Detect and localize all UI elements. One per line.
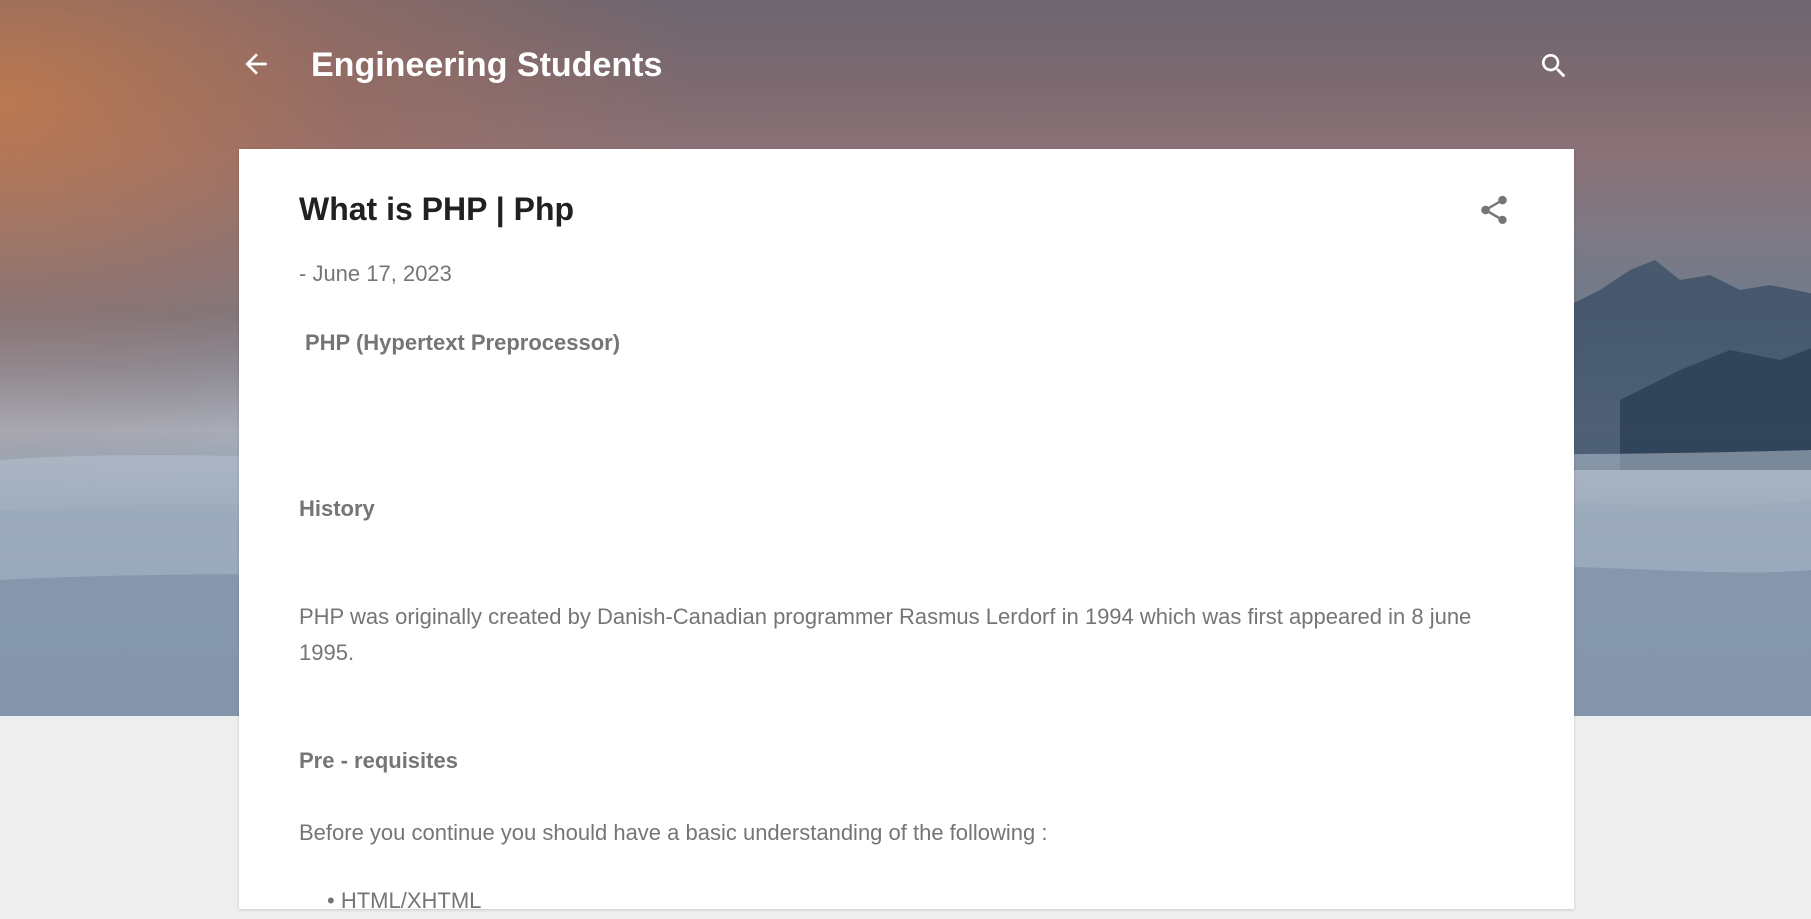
blog-title[interactable]: Engineering Students [311, 46, 662, 85]
post-card: What is PHP | Php - June 17, 2023 PHP (H… [239, 149, 1574, 913]
post-date[interactable]: - June 17, 2023 [299, 261, 452, 287]
post-title: What is PHP | Php [299, 191, 575, 227]
prerequisites-heading: Pre - requisites [299, 748, 458, 773]
arrow-left-icon [245, 53, 267, 75]
share-button[interactable] [1477, 193, 1511, 227]
share-icon [1481, 195, 1507, 225]
list-item: • HTML/XHTML [327, 883, 481, 919]
list-item-label: HTML/XHTML [340, 888, 482, 913]
search-button[interactable] [1538, 50, 1570, 82]
history-heading: History [299, 496, 375, 521]
post-subtitle: PHP (Hypertext Preprocessor) [305, 330, 621, 355]
back-button[interactable] [240, 48, 272, 80]
search-icon [1542, 54, 1566, 78]
blog-header: Engineering Students [240, 40, 1574, 100]
prerequisites-paragraph: Before you continue you should have a ba… [299, 820, 1048, 845]
history-paragraph: PHP was originally created by Danish-Can… [299, 604, 1472, 665]
list-bullet: • [327, 888, 341, 913]
mountain-range-graphic [1560, 260, 1811, 470]
